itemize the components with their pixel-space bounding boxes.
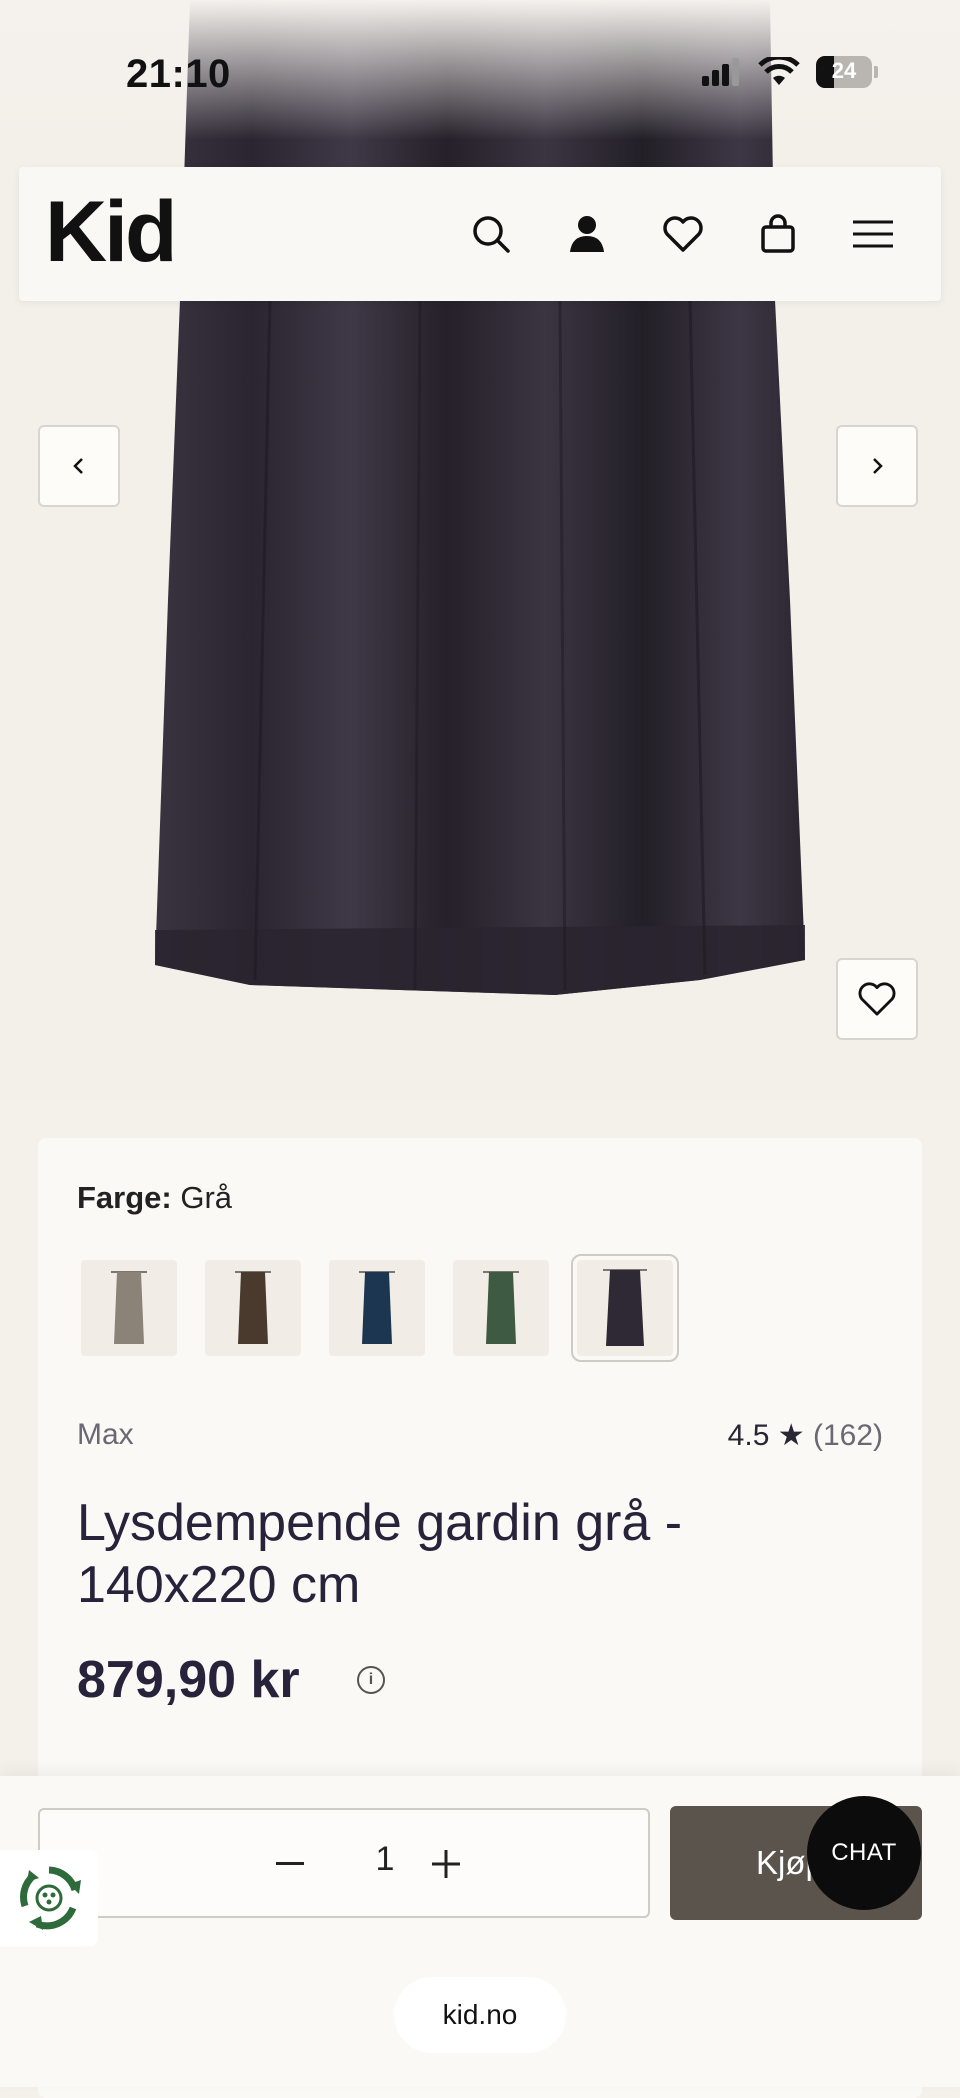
signal-icon (702, 58, 739, 86)
swatch-curtain-grey (603, 1269, 647, 1346)
color-value: Grå (180, 1180, 233, 1215)
curtain-image (0, 0, 960, 995)
price-info-icon[interactable]: i (357, 1666, 385, 1694)
rating-value: 4.5 ★ (727, 1419, 805, 1452)
color-swatch-blue[interactable] (329, 1260, 425, 1356)
plus-icon (432, 1850, 460, 1878)
chat-button[interactable]: CHAT (807, 1796, 921, 1910)
rating-count: (162) (812, 1419, 883, 1452)
battery-level: 24 (831, 58, 857, 83)
swatch-curtain-green (483, 1271, 519, 1344)
quantity-stepper: 1 (38, 1808, 650, 1918)
quantity-increase-button[interactable] (422, 1840, 470, 1888)
product-title: Lysdempende gardin grå - 140x220 cm (77, 1494, 683, 1614)
status-time: 21:10 (126, 52, 231, 96)
product-image (0, 0, 960, 1100)
menu-icon[interactable] (841, 202, 905, 266)
kid-logo[interactable]: Kid (45, 189, 178, 275)
swatch-curtain-blue (359, 1271, 395, 1344)
gallery-prev-button[interactable] (38, 425, 120, 507)
swatch-curtain-brown (235, 1271, 271, 1344)
color-swatch-brown[interactable] (205, 1260, 301, 1356)
quantity-value: 1 (375, 1840, 395, 1878)
quantity-decrease-button[interactable] (266, 1840, 314, 1888)
account-icon[interactable] (555, 202, 619, 266)
gallery-next-button[interactable] (836, 425, 918, 507)
cart-icon[interactable] (746, 202, 810, 266)
recycle-icon (20, 1866, 81, 1930)
color-swatch-beige[interactable] (81, 1260, 177, 1356)
chevron-right-icon (873, 458, 883, 474)
battery-icon: 24 (816, 56, 878, 88)
status-bar: 21:10 24 (0, 0, 960, 160)
product-brand[interactable]: Max (77, 1418, 134, 1452)
product-price: 879,90 kr (77, 1651, 300, 1709)
site-header: Kid (19, 167, 941, 301)
wifi-icon (758, 57, 800, 85)
status-icons: 24 (702, 56, 878, 88)
swatch-curtain-beige (111, 1271, 147, 1344)
chevron-left-icon (73, 458, 83, 474)
heart-icon (858, 982, 896, 1016)
color-label: Farge: Grå (77, 1180, 232, 1216)
favorite-button[interactable] (836, 958, 918, 1040)
browser-url-bar[interactable]: kid.no (394, 1977, 566, 2053)
color-label-key: Farge: (77, 1180, 172, 1215)
search-icon[interactable] (459, 202, 523, 266)
recycle-badge[interactable] (0, 1850, 98, 1946)
minus-icon (276, 1862, 304, 1865)
color-swatch-green[interactable] (453, 1260, 549, 1356)
wishlist-icon[interactable] (651, 202, 715, 266)
color-swatch-grey-selected[interactable] (571, 1254, 679, 1362)
product-rating[interactable]: 4.5 ★ (162) (728, 1418, 883, 1453)
